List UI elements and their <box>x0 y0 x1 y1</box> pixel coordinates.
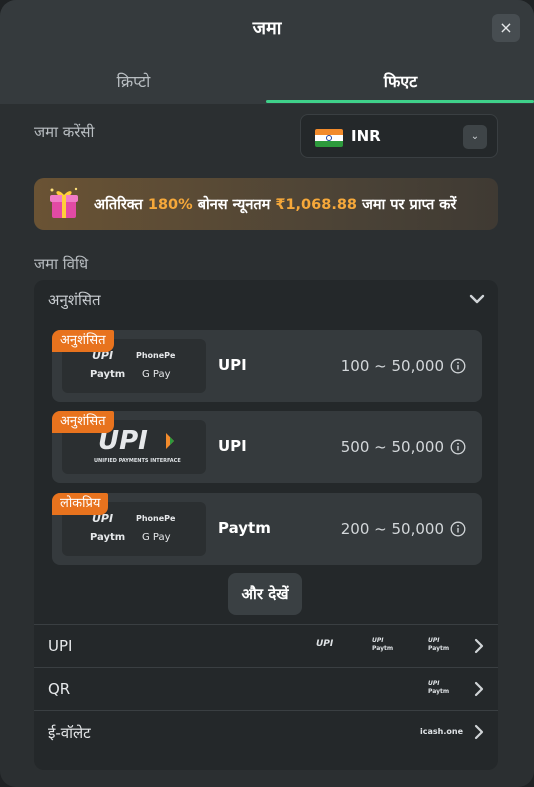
info-icon[interactable] <box>450 439 466 455</box>
icash-logo: icash.one <box>420 727 463 736</box>
gift-icon <box>50 187 78 218</box>
recommended-methods: अनुशंसित UPI PhonePe Paytm G Pay अनुशंसि… <box>34 280 498 770</box>
currency-select[interactable]: INR ⌄ <box>300 114 498 158</box>
modal-body: जमा करेंसी INR ⌄ अतिरिक्त 180% बोनस न्यू… <box>16 104 518 773</box>
see-more-button[interactable]: और देखें <box>228 573 302 615</box>
info-icon[interactable] <box>450 521 466 537</box>
category-row-ewallet[interactable]: ई-वॉलेट icash.one <box>34 710 498 752</box>
modal-title: जमा <box>252 18 282 39</box>
card-name: UPI <box>218 437 247 455</box>
category-label: QR <box>48 680 71 698</box>
card-tag: लोकप्रिय <box>52 493 109 515</box>
payment-card-upi-1[interactable]: UPI PhonePe Paytm G Pay अनुशंसित UPI 100… <box>52 330 482 402</box>
card-tag: अनुशंसित <box>52 411 114 433</box>
deposit-modal: जमा × क्रिप्टो फिएट जमा करेंसी INR ⌄ अति… <box>0 0 534 787</box>
card-range: 200 ~ 50,000 <box>340 520 444 538</box>
india-flag-icon <box>315 129 343 147</box>
chevron-down-icon: ⌄ <box>463 125 487 149</box>
currency-value: INR <box>351 127 381 145</box>
modal-header: जमा × क्रिप्टो फिएट <box>0 0 534 104</box>
category-label: UPI <box>48 637 73 655</box>
close-button[interactable]: × <box>492 14 520 42</box>
category-label: ई-वॉलेट <box>48 724 91 742</box>
tab-crypto[interactable]: क्रिप्टो <box>0 70 267 92</box>
card-range: 100 ~ 50,000 <box>340 357 444 375</box>
method-label: जमा विधि <box>34 255 89 273</box>
card-name: Paytm <box>218 519 271 537</box>
bonus-banner: अतिरिक्त 180% बोनस न्यूनतम ₹1,068.88 जमा… <box>34 178 498 230</box>
card-name: UPI <box>218 356 247 374</box>
payment-card-paytm[interactable]: UPI PhonePe Paytm G Pay लोकप्रिय Paytm 2… <box>52 493 482 565</box>
category-logos: UPI UPI Paytm UPI Paytm <box>316 637 450 652</box>
tab-fiat[interactable]: फिएट <box>267 70 534 92</box>
bonus-percent: 180% <box>147 197 193 213</box>
chevron-right-icon <box>474 724 484 740</box>
bonus-text: अतिरिक्त 180% बोनस न्यूनतम ₹1,068.88 जमा… <box>94 197 457 213</box>
category-row-qr[interactable]: QR UPI Paytm <box>34 667 498 709</box>
chevron-down-icon[interactable] <box>466 288 488 310</box>
currency-label: जमा करेंसी <box>34 123 95 141</box>
info-icon[interactable] <box>450 358 466 374</box>
category-row-upi[interactable]: UPI UPI UPI Paytm UPI Paytm <box>34 624 498 666</box>
recommended-title: अनुशंसित <box>48 291 101 309</box>
bonus-amount: ₹1,068.88 <box>275 197 358 213</box>
chevron-right-icon <box>474 638 484 654</box>
chevron-right-icon <box>474 681 484 697</box>
payment-card-upi-2[interactable]: UPI UNIFIED PAYMENTS INTERFACE अनुशंसित … <box>52 411 482 483</box>
active-tab-indicator <box>266 100 534 103</box>
card-tag: अनुशंसित <box>52 330 114 352</box>
category-logos: UPI Paytm <box>428 680 450 695</box>
card-range: 500 ~ 50,000 <box>340 438 444 456</box>
